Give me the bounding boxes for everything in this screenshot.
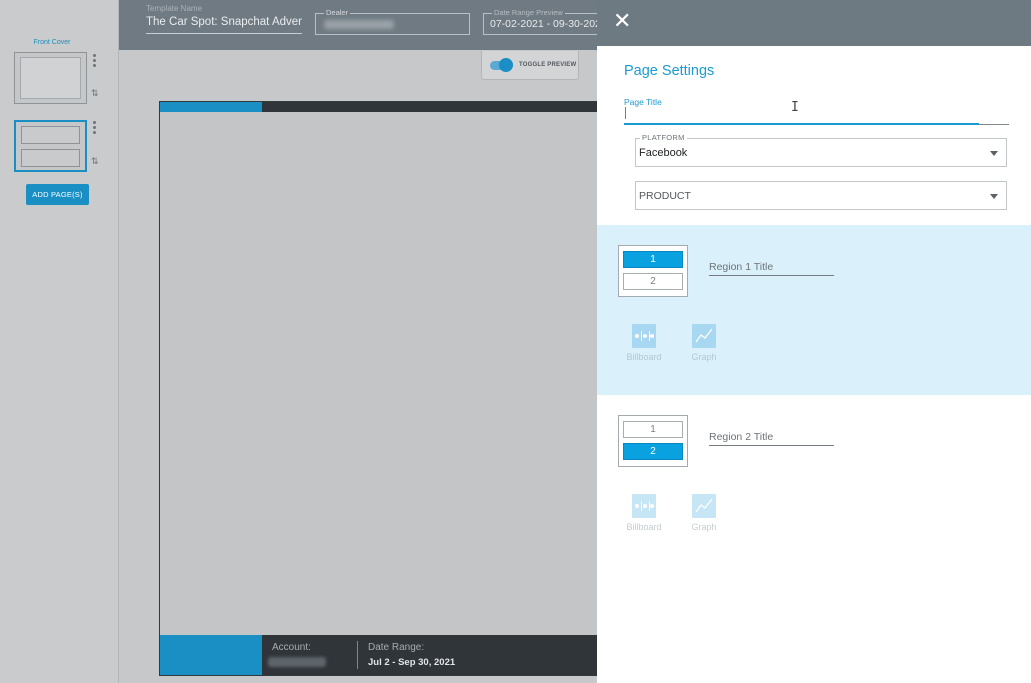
- page-preview: Account: Date Range: Jul 2 - Sep 30, 202…: [159, 101, 601, 676]
- panel-header: ✕: [597, 0, 1031, 46]
- page-title-underline: [624, 123, 979, 125]
- billboard-icon: [632, 494, 656, 518]
- reorder-handle-icon[interactable]: ⇅: [91, 157, 99, 166]
- dealer-field[interactable]: Dealer: [315, 8, 470, 35]
- page-title-input[interactable]: [624, 105, 979, 123]
- date-range-value: Jul 2 - Sep 30, 2021: [368, 657, 456, 668]
- platform-value: Facebook: [639, 147, 688, 159]
- product-placeholder: PRODUCT: [639, 190, 691, 202]
- text-caret: [625, 107, 626, 119]
- page-settings-panel: ✕ Page Settings Page Title I PLATFORM Fa…: [597, 0, 1031, 683]
- product-select[interactable]: PRODUCT: [635, 181, 1007, 210]
- dealer-label: Dealer: [324, 8, 351, 17]
- graph-tool[interactable]: Graph: [679, 494, 729, 532]
- thumbnail-region-2: [21, 149, 80, 167]
- region-2-settings[interactable]: 1 2 Region 2 Title Billboard Graph: [597, 395, 1031, 565]
- toggle-knob[interactable]: [499, 58, 513, 72]
- page-sidebar: Front Cover ⇅ ⇅ ADD PAGE(S): [0, 0, 119, 683]
- graph-icon: [692, 324, 716, 348]
- date-range-preview-value: 07-02-2021 - 09-30-2021: [490, 18, 607, 30]
- page-thumbnail-page-2[interactable]: [14, 120, 87, 172]
- template-name-input[interactable]: The Car Spot: Snapchat Adverti: [146, 16, 302, 28]
- page-options-icon[interactable]: [93, 121, 96, 136]
- date-range-preview-label: Date Range Preview: [492, 8, 565, 17]
- region-1-settings[interactable]: 1 2 Region 1 Title Billboard Graph: [597, 225, 1031, 395]
- toggle-preview[interactable]: TOGGLE PREVIEW: [481, 51, 579, 80]
- account-value-redacted: [268, 657, 326, 667]
- platform-label: PLATFORM: [640, 133, 687, 142]
- front-cover-label: Front Cover: [33, 39, 71, 46]
- region-segment-1[interactable]: 1: [623, 421, 683, 438]
- region-1-title-input[interactable]: Region 1 Title: [709, 261, 834, 276]
- region-layout-selector: 1 2: [618, 245, 688, 297]
- page-options-icon[interactable]: [93, 54, 96, 69]
- graph-label: Graph: [691, 522, 717, 532]
- billboard-label: Billboard: [626, 522, 662, 532]
- graph-tool[interactable]: Graph: [679, 324, 729, 362]
- thumbnail-region-1: [21, 126, 80, 144]
- chevron-down-icon: [990, 151, 998, 156]
- chevron-down-icon: [990, 194, 998, 199]
- graph-icon: [692, 494, 716, 518]
- page-thumbnail-front-cover[interactable]: [14, 52, 87, 104]
- preview-header-accent: [160, 102, 262, 112]
- text-cursor-icon: I: [791, 100, 799, 115]
- billboard-label: Billboard: [626, 352, 662, 362]
- close-icon[interactable]: ✕: [613, 10, 631, 32]
- template-name-label: Template Name: [146, 4, 203, 13]
- preview-footer-accent: [160, 635, 262, 675]
- toggle-preview-label: TOGGLE PREVIEW: [519, 62, 577, 68]
- panel-title: Page Settings: [624, 63, 715, 79]
- thumbnail-region: [20, 57, 81, 99]
- account-label: Account:: [272, 642, 311, 653]
- region-segment-2[interactable]: 2: [623, 443, 683, 460]
- dealer-value-redacted: [324, 20, 394, 29]
- reorder-handle-icon[interactable]: ⇅: [91, 89, 99, 98]
- footer-divider: [357, 641, 358, 669]
- date-range-label: Date Range:: [368, 642, 425, 653]
- billboard-tool[interactable]: Billboard: [619, 494, 669, 532]
- add-pages-button[interactable]: ADD PAGE(S): [26, 184, 89, 205]
- platform-select[interactable]: PLATFORM Facebook: [635, 133, 1007, 167]
- region-segment-2[interactable]: 2: [623, 273, 683, 290]
- template-name-underline: [146, 33, 302, 34]
- graph-label: Graph: [691, 352, 717, 362]
- billboard-tool[interactable]: Billboard: [619, 324, 669, 362]
- page-title-underline-end: [979, 124, 1009, 125]
- region-layout-selector: 1 2: [618, 415, 688, 467]
- region-segment-1[interactable]: 1: [623, 251, 683, 268]
- billboard-icon: [632, 324, 656, 348]
- region-2-title-input[interactable]: Region 2 Title: [709, 431, 834, 446]
